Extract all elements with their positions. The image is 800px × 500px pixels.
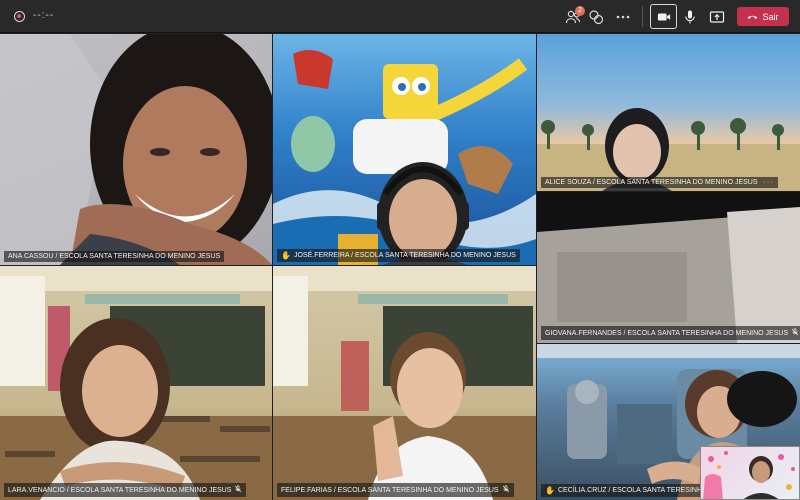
toolbar-divider (642, 6, 643, 27)
share-screen-button[interactable] (705, 5, 729, 28)
reactions-button[interactable] (584, 5, 608, 28)
participant-label: LARA.VENANCIO / ESCOLA SANTA TERESINHA D… (4, 483, 247, 497)
camera-icon (657, 13, 670, 20)
mic-off-icon (234, 485, 242, 495)
more-icon[interactable]: ··· (764, 179, 774, 186)
participant-video (0, 266, 272, 500)
participant-video (0, 34, 272, 265)
record-icon[interactable] (14, 11, 25, 22)
participant-name: ALICE SOUZA / ESCOLA SANTA TERESINHA DO … (545, 179, 758, 186)
participant-label: GIOVANA.FERNANDES / ESCOLA SANTA TERESIN… (541, 326, 800, 340)
video-tile[interactable]: ALICE SOUZA / ESCOLA SANTA TERESINHA DO … (537, 34, 800, 191)
participant-label: ANA CASSOU / ESCOLA SANTA TERESINHA DO M… (4, 251, 225, 262)
meeting-timer: --:-- (33, 10, 55, 21)
participant-name: ANA CASSOU / ESCOLA SANTA TERESINHA DO M… (8, 253, 221, 260)
mic-off-icon (791, 328, 799, 338)
more-options-icon (616, 15, 630, 18)
participants-button[interactable]: 2 (561, 5, 585, 28)
video-tile[interactable]: FELIPE.FARIAS / ESCOLA SANTA TERESINHA D… (273, 266, 536, 500)
more-options-button[interactable] (611, 5, 635, 28)
video-tile[interactable]: GIOVANA.FERNANDES / ESCOLA SANTA TERESIN… (537, 192, 800, 343)
mic-icon (685, 10, 695, 23)
video-tile[interactable]: ✋ JOSÉ.FERREIRA / ESCOLA SANTA TERESINHA… (273, 34, 536, 265)
participant-label: ALICE SOUZA / ESCOLA SANTA TERESINHA DO … (541, 177, 778, 188)
participant-name: FELIPE.FARIAS / ESCOLA SANTA TERESINHA D… (281, 486, 499, 494)
participant-video (537, 192, 800, 343)
participant-name: LARA.VENANCIO / ESCOLA SANTA TERESINHA D… (8, 486, 232, 494)
mic-off-icon (502, 485, 510, 495)
participant-video (273, 50, 536, 265)
participant-name: JOSÉ.FERREIRA / ESCOLA SANTA TERESINHA D… (293, 252, 516, 259)
raised-hand-icon: ✋ (545, 486, 555, 495)
leave-button[interactable]: Sair (737, 7, 789, 26)
video-tile[interactable]: LARA.VENANCIO / ESCOLA SANTA TERESINHA D… (0, 266, 272, 500)
reactions-icon (589, 9, 604, 24)
hang-up-icon (748, 15, 758, 19)
participant-video (273, 266, 536, 500)
share-screen-icon (709, 10, 725, 23)
self-view-video (703, 451, 795, 499)
meeting-toolbar: --:-- 2 Sair (0, 0, 800, 33)
participant-label: FELIPE.FARIAS / ESCOLA SANTA TERESINHA D… (277, 483, 514, 497)
participant-label: ✋ JOSÉ.FERREIRA / ESCOLA SANTA TERESINHA… (277, 249, 520, 262)
raised-hand-icon: ✋ (281, 251, 291, 260)
camera-button[interactable] (650, 4, 677, 29)
participant-name: GIOVANA.FERNANDES / ESCOLA SANTA TERESIN… (545, 329, 789, 337)
participant-video (537, 108, 800, 191)
self-view[interactable] (700, 446, 800, 500)
mic-button[interactable] (678, 5, 702, 28)
leave-label: Sair (762, 11, 779, 22)
video-tile[interactable]: ANA CASSOU / ESCOLA SANTA TERESINHA DO M… (0, 34, 272, 265)
